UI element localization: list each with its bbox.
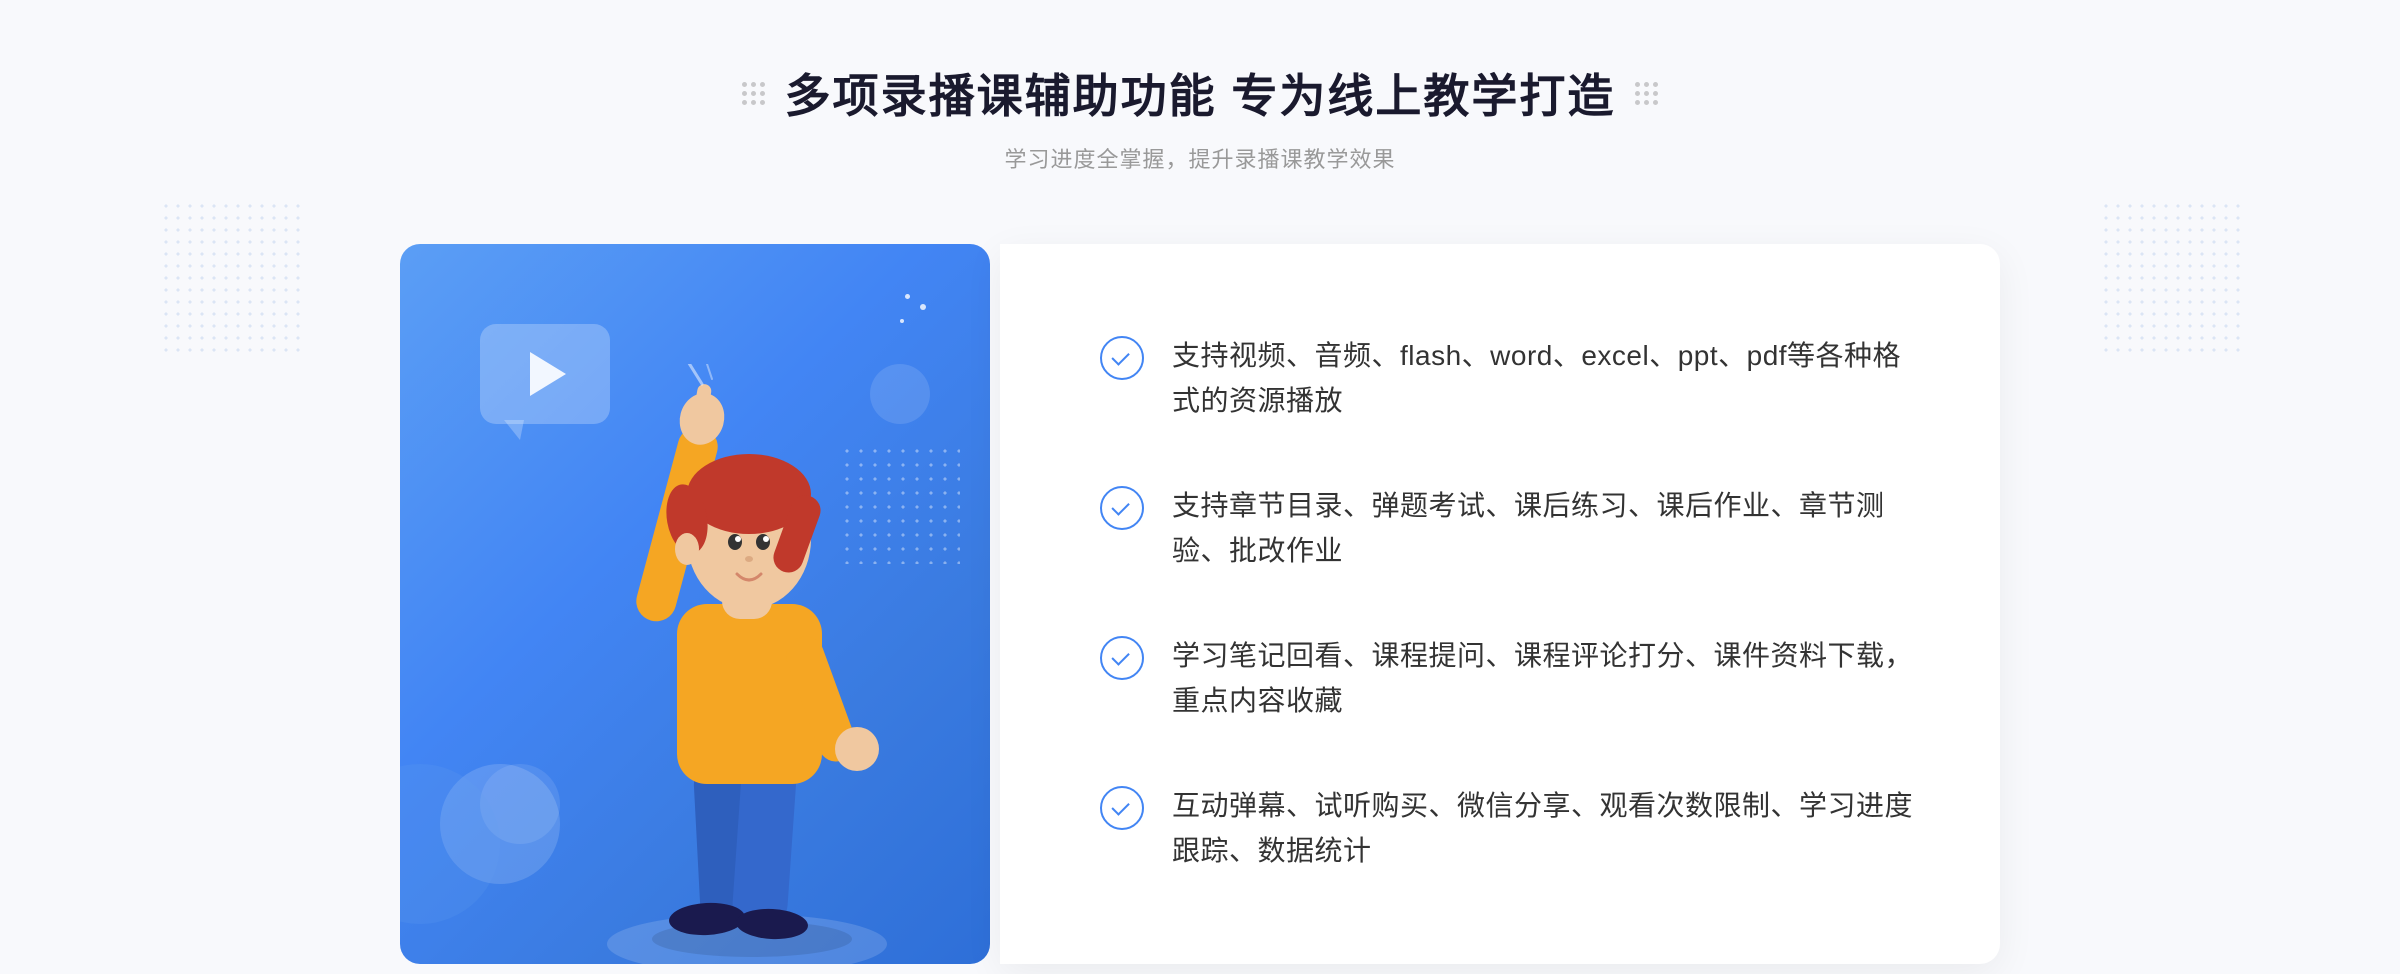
feature-text-4: 互动弹幕、试听购买、微信分享、观看次数限制、学习进度跟踪、数据统计 xyxy=(1172,784,1920,874)
subtitle: 学习进度全掌握，提升录播课教学效果 xyxy=(742,142,1659,174)
sparkle-dot-1 xyxy=(920,304,926,310)
right-dots-icon xyxy=(1635,82,1658,105)
header-title-wrapper: 多项录播课辅助功能 专为线上教学打造 xyxy=(742,60,1659,126)
feature-item-3: 学习笔记回看、课程提问、课程评论打分、课件资料下载，重点内容收藏 xyxy=(1100,614,1920,744)
page-container: 多项录播课辅助功能 专为线上教学打造 学习进度全掌握，提升录播课教学效果 » xyxy=(0,0,2400,974)
check-circle-2 xyxy=(1100,486,1144,530)
feature-item-4: 互动弹幕、试听购买、微信分享、观看次数限制、学习进度跟踪、数据统计 xyxy=(1100,764,1920,894)
main-title: 多项录播课辅助功能 专为线上教学打造 xyxy=(785,60,1616,126)
feature-text-2: 支持章节目录、弹题考试、课后练习、课后作业、章节测验、批改作业 xyxy=(1172,484,1920,574)
illustration-card xyxy=(400,244,990,964)
check-icon-1 xyxy=(1100,336,1144,380)
bg-dots-left xyxy=(160,200,300,360)
check-icon-3 xyxy=(1100,636,1144,680)
play-triangle-icon xyxy=(530,352,566,396)
left-dots-icon xyxy=(742,82,765,105)
check-circle-4 xyxy=(1100,786,1144,830)
sparkle-dot-2 xyxy=(900,319,904,323)
illustration-area xyxy=(400,224,1020,964)
features-panel: 支持视频、音频、flash、word、excel、ppt、pdf等各种格式的资源… xyxy=(1000,244,2000,964)
feature-item-1: 支持视频、音频、flash、word、excel、ppt、pdf等各种格式的资源… xyxy=(1100,314,1920,444)
bg-dots-right xyxy=(2100,200,2240,360)
check-circle-1 xyxy=(1100,336,1144,380)
person-figure xyxy=(587,364,947,964)
sparkle-dot-3 xyxy=(905,294,910,299)
check-icon-2 xyxy=(1100,486,1144,530)
feature-text-1: 支持视频、音频、flash、word、excel、ppt、pdf等各种格式的资源… xyxy=(1172,334,1920,424)
feature-item-2: 支持章节目录、弹题考试、课后练习、课后作业、章节测验、批改作业 xyxy=(1100,464,1920,594)
header-section: 多项录播课辅助功能 专为线上教学打造 学习进度全掌握，提升录播课教学效果 xyxy=(742,0,1659,174)
feature-text-3: 学习笔记回看、课程提问、课程评论打分、课件资料下载，重点内容收藏 xyxy=(1172,634,1920,724)
check-icon-4 xyxy=(1100,786,1144,830)
check-circle-3 xyxy=(1100,636,1144,680)
content-area: » xyxy=(400,224,2000,964)
